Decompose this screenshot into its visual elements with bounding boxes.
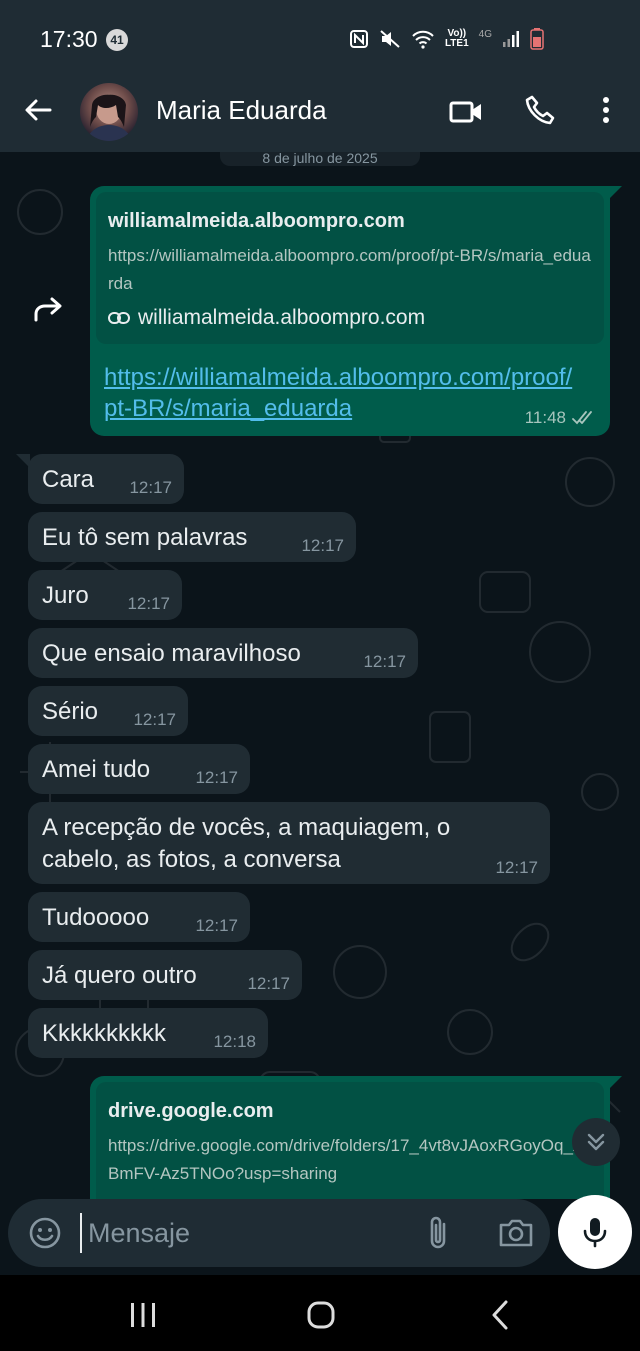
mute-icon xyxy=(380,30,400,48)
recent-apps-icon[interactable] xyxy=(128,1301,158,1329)
message-time: 12:17 xyxy=(247,974,290,993)
link-icon xyxy=(108,312,130,324)
outgoing-link-message[interactable]: drive.google.com https://drive.google.co… xyxy=(90,1076,622,1199)
message-input[interactable] xyxy=(88,1211,388,1255)
message-time: 12:17 xyxy=(129,478,172,497)
status-time: 17:30 xyxy=(40,26,98,52)
incoming-message[interactable]: Cara 12:17 xyxy=(16,454,184,504)
message-composer xyxy=(0,1195,640,1275)
voice-message-button[interactable] xyxy=(558,1195,632,1269)
message-text: Juro xyxy=(42,582,89,609)
incoming-message[interactable]: Que ensaio maravilhoso 12:17 xyxy=(28,628,418,678)
emoji-icon[interactable] xyxy=(28,1216,62,1250)
contact-avatar[interactable] xyxy=(80,83,138,141)
home-icon[interactable] xyxy=(306,1300,336,1330)
back-nav-icon[interactable] xyxy=(488,1299,512,1331)
incoming-message[interactable]: Já quero outro 12:17 xyxy=(28,950,302,1000)
message-time: 12:17 xyxy=(195,768,238,787)
date-chip: 8 de julho de 2025 xyxy=(220,152,420,166)
message-time: 12:17 xyxy=(127,594,170,613)
incoming-message[interactable]: Eu tô sem palavras 12:17 xyxy=(28,512,356,562)
bubble-tail xyxy=(16,454,30,468)
camera-icon[interactable] xyxy=(498,1215,534,1251)
bubble-tail xyxy=(608,186,622,200)
link-preview-url: https://williamalmeida.alboompro.com/pro… xyxy=(108,246,591,293)
message-time: 12:17 xyxy=(301,536,344,555)
link-preview-card[interactable]: drive.google.com https://drive.google.co… xyxy=(96,1082,604,1199)
scroll-to-bottom-button[interactable] xyxy=(572,1118,620,1166)
outgoing-link-message[interactable]: williamalmeida.alboompro.com https://wil… xyxy=(90,186,622,436)
incoming-message[interactable]: Tudooooo 12:17 xyxy=(28,892,250,942)
chat-area[interactable]: 8 de julho de 2025 williamalmeida.alboom… xyxy=(0,152,640,1199)
message-time: 11:48 xyxy=(524,408,566,427)
link-preview-url: https://drive.google.com/drive/folders/1… xyxy=(108,1136,594,1183)
system-navigation-bar xyxy=(0,1275,640,1351)
message-time: 12:17 xyxy=(363,652,406,671)
microphone-icon xyxy=(583,1218,607,1248)
link-preview-site-label: williamalmeida.alboompro.com xyxy=(138,306,426,329)
message-text: Kkkkkkkkkk xyxy=(42,1020,167,1047)
link-preview-card[interactable]: williamalmeida.alboompro.com https://wil… xyxy=(96,192,604,344)
incoming-message[interactable]: Sério 12:17 xyxy=(28,686,188,736)
signal-icon xyxy=(503,31,519,47)
message-input-container[interactable] xyxy=(8,1199,550,1267)
message-time: 12:17 xyxy=(195,916,238,935)
notification-count-badge: 41 xyxy=(106,29,128,51)
back-arrow-icon[interactable] xyxy=(22,94,54,126)
contact-name[interactable]: Maria Eduarda xyxy=(156,95,327,126)
bubble-tail xyxy=(608,1076,622,1090)
status-bar: 17:30 41 Vo)) LTE1 4G xyxy=(0,0,640,80)
double-check-icon xyxy=(572,411,592,425)
message-meta: 11:48 xyxy=(525,408,598,428)
wifi-icon xyxy=(412,30,434,49)
message-time: 12:18 xyxy=(213,1032,256,1051)
incoming-message[interactable]: A recepção de vocês, a maquiagem, o cabe… xyxy=(28,802,550,884)
message-text: Já quero outro xyxy=(42,962,197,989)
volte-icon: Vo)) LTE1 xyxy=(444,28,469,49)
message-link[interactable]: https://williamalmeida.alboompro.com/pro… xyxy=(104,362,584,424)
message-time: 12:17 xyxy=(133,710,176,729)
message-time: 12:17 xyxy=(495,858,538,877)
message-text-line-2: cabelo, as fotos, a conversa xyxy=(42,846,341,873)
status-icons: Vo)) LTE1 4G xyxy=(349,28,544,50)
video-call-icon[interactable] xyxy=(448,94,484,130)
incoming-message[interactable]: Kkkkkkkkkk 12:18 xyxy=(28,1008,268,1058)
message-text: Cara xyxy=(42,466,95,493)
incoming-message[interactable]: Amei tudo 12:17 xyxy=(28,744,250,794)
battery-low-icon xyxy=(530,28,544,50)
link-preview-title: drive.google.com xyxy=(108,1100,274,1122)
nfc-icon xyxy=(349,30,368,48)
message-text: Tudooooo xyxy=(42,904,150,931)
link-preview-title: williamalmeida.alboompro.com xyxy=(108,210,405,232)
incoming-message[interactable]: Juro 12:17 xyxy=(28,570,182,620)
chat-header: Maria Eduarda xyxy=(0,80,640,152)
message-text: A recepção de vocês, a maquiagem, o cabe… xyxy=(42,812,450,876)
text-caret xyxy=(80,1213,82,1253)
double-chevron-down-icon xyxy=(587,1133,605,1151)
network-type-label: 4G xyxy=(478,28,492,40)
link-preview-site: williamalmeida.alboompro.com xyxy=(108,306,425,330)
message-text: Amei tudo xyxy=(42,756,151,783)
message-text: Sério xyxy=(42,698,99,725)
paperclip-icon[interactable] xyxy=(424,1214,454,1252)
message-text-line-1: A recepção de vocês, a maquiagem, o xyxy=(42,814,451,841)
more-options-icon[interactable] xyxy=(596,94,616,126)
voice-call-icon[interactable] xyxy=(524,94,556,126)
forward-icon[interactable] xyxy=(30,292,66,328)
message-text: Eu tô sem palavras xyxy=(42,524,248,551)
message-text: Que ensaio maravilhoso xyxy=(42,640,301,667)
